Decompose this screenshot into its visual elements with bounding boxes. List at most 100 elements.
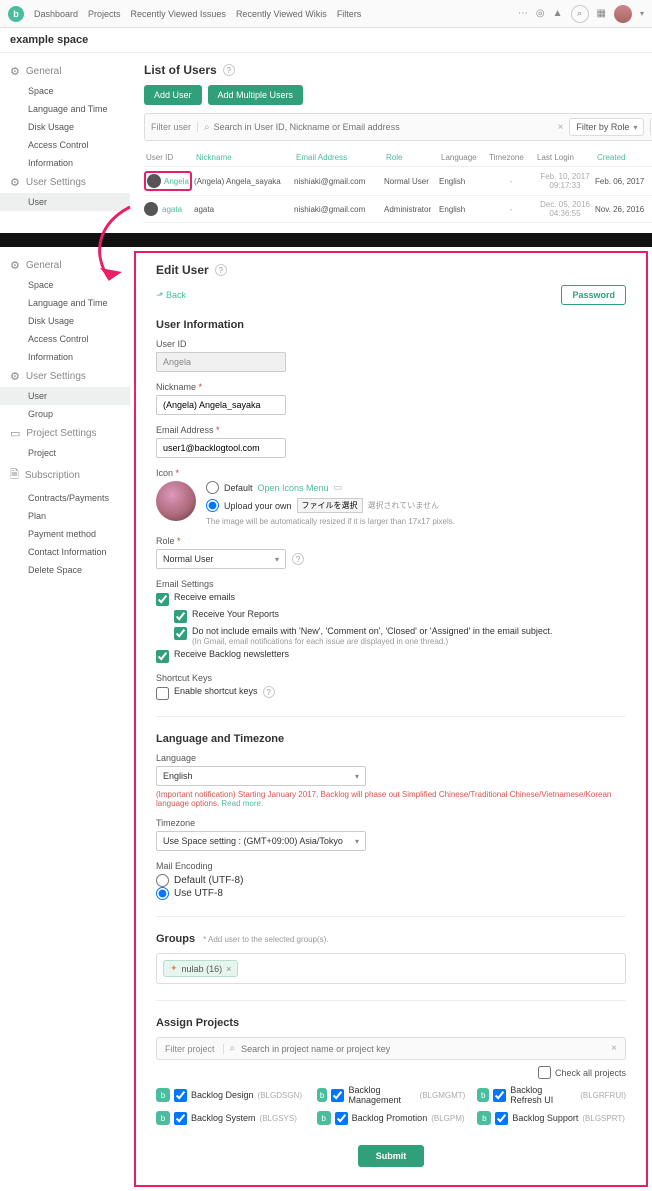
receive-reports-checkbox[interactable] bbox=[174, 610, 187, 623]
sidebar-item-project[interactable]: Project bbox=[0, 444, 130, 462]
read-more-link[interactable]: Read more. bbox=[221, 799, 263, 808]
project-search-input[interactable] bbox=[241, 1044, 605, 1054]
th-role[interactable]: Role bbox=[384, 153, 439, 162]
email-field[interactable] bbox=[156, 438, 286, 458]
sidebar-item-plan[interactable]: Plan bbox=[0, 507, 130, 525]
sidebar-group-general[interactable]: ⚙General bbox=[0, 255, 130, 276]
th-lastlogin[interactable]: Last Login bbox=[535, 153, 595, 162]
app-logo[interactable]: b bbox=[8, 6, 24, 22]
cell-nickname: agata bbox=[194, 205, 294, 214]
sidebar-group-project-settings[interactable]: ▭Project Settings bbox=[0, 423, 130, 444]
icon-default-radio[interactable] bbox=[206, 481, 219, 494]
project-checkbox[interactable] bbox=[493, 1089, 506, 1102]
icon-upload-label: Upload your own bbox=[224, 501, 292, 511]
sidebar-group-general[interactable]: ⚙General bbox=[0, 61, 130, 82]
open-icons-link[interactable]: Open Icons Menu bbox=[258, 483, 329, 493]
search-icon[interactable]: ⌕ bbox=[571, 5, 589, 23]
groups-box[interactable]: ✦ nulab (16) × bbox=[156, 953, 626, 984]
sidebar-item-info[interactable]: Information bbox=[0, 154, 130, 172]
sidebar-group-user-settings[interactable]: ⚙User Settings bbox=[0, 366, 130, 387]
table-row[interactable]: Angela (Angela) Angela_sayaka nishiaki@g… bbox=[144, 167, 652, 196]
search-input[interactable] bbox=[214, 122, 554, 132]
sidebar-item-space[interactable]: Space bbox=[0, 276, 130, 294]
project-checkbox[interactable] bbox=[331, 1089, 344, 1102]
help-icon[interactable]: ? bbox=[292, 553, 304, 565]
sidebar-item-space[interactable]: Space bbox=[0, 82, 130, 100]
help-icon[interactable]: ? bbox=[215, 264, 227, 276]
nav-recent-wikis[interactable]: Recently Viewed Wikis bbox=[236, 9, 327, 19]
sidebar-group-subscription[interactable]: 🗎Subscription bbox=[0, 462, 130, 489]
page-title: List of Users bbox=[144, 63, 217, 77]
sidebar-item-contracts[interactable]: Contracts/Payments bbox=[0, 489, 130, 507]
filter-role-select[interactable]: Filter by Role▾ bbox=[569, 118, 644, 136]
apps-icon[interactable]: ▦ bbox=[597, 8, 606, 19]
encoding-utf8-radio[interactable] bbox=[156, 887, 169, 900]
sidebar-item-disk[interactable]: Disk Usage bbox=[0, 118, 130, 136]
language-select[interactable]: English▾ bbox=[156, 766, 366, 786]
encoding-default-radio[interactable] bbox=[156, 874, 169, 887]
search-icon: ⌕ bbox=[230, 1043, 236, 1054]
sidebar-item-access[interactable]: Access Control bbox=[0, 136, 130, 154]
nav-projects[interactable]: Projects bbox=[88, 9, 121, 19]
th-userid[interactable]: User ID bbox=[144, 153, 194, 162]
sidebar-item-group[interactable]: Group bbox=[0, 405, 130, 423]
sidebar-item-user[interactable]: User bbox=[0, 387, 130, 405]
section-assign-projects: Assign Projects bbox=[156, 1017, 626, 1029]
no-include-checkbox[interactable] bbox=[174, 627, 187, 640]
icon-upload-radio[interactable] bbox=[206, 499, 219, 512]
chevron-down-icon[interactable]: ▾ bbox=[640, 9, 644, 18]
sidebar-item-delete-space[interactable]: Delete Space bbox=[0, 561, 130, 579]
more-icon[interactable]: ⋯ bbox=[518, 8, 528, 19]
sidebar-item-lang[interactable]: Language and Time bbox=[0, 100, 130, 118]
groups-hint: * Add user to the selected group(s). bbox=[203, 935, 328, 944]
user-link[interactable]: Angela bbox=[164, 177, 189, 186]
th-created[interactable]: Created bbox=[595, 153, 652, 162]
th-nickname[interactable]: Nickname bbox=[194, 153, 294, 162]
project-checkbox[interactable] bbox=[495, 1112, 508, 1125]
role-select[interactable]: Normal User▾ bbox=[156, 549, 286, 569]
submit-button[interactable]: Submit bbox=[358, 1145, 425, 1167]
th-language[interactable]: Language bbox=[439, 153, 487, 162]
add-user-button[interactable]: Add User bbox=[144, 85, 202, 105]
help-icon[interactable]: ? bbox=[223, 64, 235, 76]
user-link[interactable]: agata bbox=[162, 205, 182, 214]
filter-bar: Filter user ⌕ × Filter by Role▾ Filter b… bbox=[144, 113, 652, 141]
sidebar-item-access[interactable]: Access Control bbox=[0, 330, 130, 348]
back-link[interactable]: Back bbox=[156, 290, 186, 301]
nav-filters[interactable]: Filters bbox=[337, 9, 362, 19]
receive-emails-checkbox[interactable] bbox=[156, 593, 169, 606]
file-select-button[interactable]: ファイルを選択 bbox=[297, 498, 363, 513]
sidebar-group-user-settings[interactable]: ⚙User Settings bbox=[0, 172, 130, 193]
globe-icon[interactable]: ◎ bbox=[536, 8, 545, 19]
bell-icon[interactable]: ▲ bbox=[553, 8, 563, 19]
sidebar-item-info[interactable]: Information bbox=[0, 348, 130, 366]
th-email[interactable]: Email Address bbox=[294, 153, 384, 162]
receive-newsletter-checkbox[interactable] bbox=[156, 650, 169, 663]
add-multiple-users-button[interactable]: Add Multiple Users bbox=[208, 85, 304, 105]
table-row[interactable]: agata agata nishiaki@gmail.com Administr… bbox=[144, 196, 652, 223]
project-checkbox[interactable] bbox=[174, 1112, 187, 1125]
no-include-label: Do not include emails with 'New', 'Comme… bbox=[192, 626, 552, 636]
project-checkbox[interactable] bbox=[174, 1089, 187, 1102]
project-item: bBacklog Promotion(BLGPM) bbox=[317, 1111, 466, 1125]
password-button[interactable]: Password bbox=[561, 285, 626, 305]
th-timezone[interactable]: Timezone bbox=[487, 153, 535, 162]
sidebar-item-disk[interactable]: Disk Usage bbox=[0, 312, 130, 330]
timezone-select[interactable]: Use Space setting : (GMT+09:00) Asia/Tok… bbox=[156, 831, 366, 851]
user-avatar[interactable] bbox=[614, 5, 632, 23]
sidebar-item-lang[interactable]: Language and Time bbox=[0, 294, 130, 312]
clear-icon[interactable]: × bbox=[611, 1043, 617, 1054]
help-icon[interactable]: ? bbox=[263, 686, 275, 698]
nickname-field[interactable] bbox=[156, 395, 286, 415]
clear-icon[interactable]: × bbox=[558, 122, 564, 133]
check-all-projects-checkbox[interactable] bbox=[538, 1066, 551, 1079]
nav-recent-issues[interactable]: Recently Viewed Issues bbox=[131, 9, 226, 19]
sidebar-item-payment[interactable]: Payment method bbox=[0, 525, 130, 543]
remove-tag-icon[interactable]: × bbox=[226, 964, 231, 974]
sidebar-item-contact[interactable]: Contact Information bbox=[0, 543, 130, 561]
shortcut-checkbox[interactable] bbox=[156, 687, 169, 700]
sidebar-item-user[interactable]: User bbox=[0, 193, 130, 211]
nav-dashboard[interactable]: Dashboard bbox=[34, 9, 78, 19]
project-checkbox[interactable] bbox=[335, 1112, 348, 1125]
gear-icon: ⚙ bbox=[10, 65, 20, 78]
